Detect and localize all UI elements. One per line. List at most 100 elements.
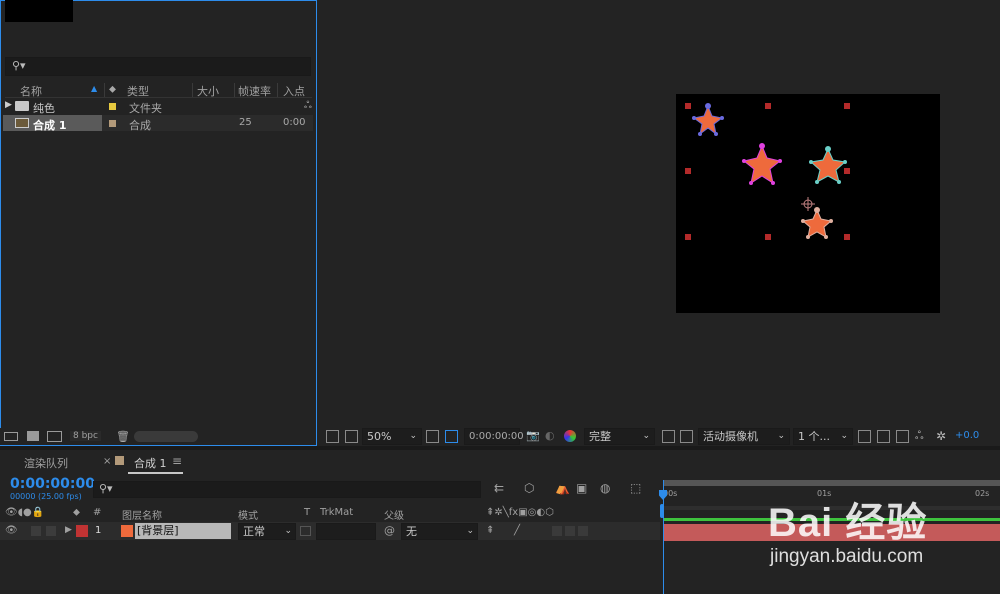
comp-flowchart-icon[interactable] (896, 430, 909, 443)
watermark-url: jingyan.baidu.com (770, 546, 924, 567)
bpc-button[interactable]: 8 bpc (70, 431, 101, 441)
col-in[interactable]: 入点 (283, 83, 305, 99)
layer-row[interactable]: 👁 ▶ 1 [背景层] 正常 ⌄ @ 无 ⌄ ⇞ ╱ (0, 522, 660, 540)
color-channel-icon[interactable] (564, 430, 576, 442)
expand-arrow-icon[interactable]: ▶ (65, 525, 72, 535)
exposure-value[interactable]: +0.0 (955, 430, 979, 441)
composition-canvas[interactable] (676, 94, 940, 313)
project-row-comp[interactable]: 合成 1 合成 25 0:00 (3, 115, 313, 132)
folder-icon (15, 101, 29, 111)
layer-label-color[interactable] (76, 525, 88, 537)
camera-value: 活动摄像机 (703, 430, 758, 443)
trkmat-dropdown[interactable] (316, 523, 376, 540)
star-shape-4 (801, 207, 833, 239)
col-trkmat: TrkMat (320, 507, 354, 518)
project-item-fps: 25 (239, 117, 252, 128)
blend-mode-dropdown[interactable]: 正常 ⌄ (238, 523, 296, 540)
col-type[interactable]: 类型 (127, 83, 149, 99)
chevron-down-icon: ⌄ (840, 431, 848, 441)
zoom-handle[interactable] (660, 504, 664, 518)
col-layer-name[interactable]: 图层名称 (122, 507, 162, 522)
col-size[interactable]: 大小 (197, 83, 219, 99)
viewer-toolbar: 50% ⌄ 0:00:00:00 📷 ◐ 完整 ⌄ 活动摄像机 ⌄ 1 个...… (319, 427, 1000, 446)
col-fps[interactable]: 帧速率 (238, 83, 271, 99)
timeline-tab-bar: 渲染队列 × 合成 1 ≡ (0, 450, 1000, 474)
resolution-dropdown[interactable]: 完整 ⌄ (584, 428, 655, 445)
always-preview-icon[interactable] (326, 430, 339, 443)
timeline-search-input[interactable]: ⚲▾ (93, 481, 481, 498)
preserve-transparency-checkbox[interactable] (300, 526, 311, 536)
monitor-icon[interactable] (345, 430, 358, 443)
new-folder-icon[interactable] (27, 431, 39, 441)
quality-switch-icon[interactable]: ╱ (514, 525, 520, 536)
timeline-timecode[interactable]: 0:00:00:00 (10, 476, 95, 492)
project-thumbnail (5, 0, 73, 22)
solid-layer-icon (121, 525, 133, 537)
chevron-down-icon: ⌄ (409, 431, 417, 441)
viewer-timecode[interactable]: 0:00:00:00 (464, 428, 524, 445)
blend-mode-value: 正常 (243, 525, 265, 538)
safe-margins-icon[interactable] (426, 430, 439, 443)
composition-icon (15, 118, 29, 128)
parent-dropdown[interactable]: 无 ⌄ (401, 523, 478, 540)
anchor-point-icon (801, 197, 815, 211)
mask-visibility-icon[interactable] (445, 430, 458, 443)
zoom-dropdown[interactable]: 50% ⌄ (362, 428, 422, 445)
timeline-column-header: 👁◖●🔒 ⬥ # 图层名称 模式 T TrkMat 父级 ⇞✲╲fx▣◎◐⬡ (0, 507, 660, 522)
star-shape-2 (742, 143, 782, 185)
project-scrollbar[interactable] (134, 431, 198, 442)
3d-switch[interactable] (565, 526, 575, 536)
col-name[interactable]: 名称 (20, 83, 42, 99)
col-t: T (304, 507, 311, 518)
new-composition-icon[interactable] (47, 431, 62, 442)
pickwhip-icon[interactable]: @ (384, 524, 395, 537)
project-row-folder[interactable]: ▶ 纯色 文件夹 ஃ (3, 99, 313, 115)
star-shape-3 (809, 146, 847, 184)
layer-name[interactable]: [背景层] (135, 523, 231, 539)
hide-shy-layers-icon[interactable]: ⛺ (555, 481, 570, 495)
timeline-icon[interactable] (877, 430, 890, 443)
label-color-swatch[interactable] (109, 103, 116, 110)
chevron-down-icon: ⌄ (642, 431, 650, 441)
eye-visibility-icon[interactable]: 👁 (5, 525, 18, 536)
close-tab-icon[interactable]: × (103, 456, 111, 467)
comp-label-swatch (115, 456, 124, 465)
project-item-type: 合成 (129, 119, 151, 132)
frame-blending-icon[interactable]: ▣ (576, 481, 587, 495)
solo-checkbox[interactable] (31, 526, 41, 536)
tab-comp-1[interactable]: 合成 1 (134, 455, 167, 471)
reset-exposure-icon[interactable]: ✲ (936, 429, 946, 443)
chevron-down-icon: ⌄ (284, 526, 292, 536)
search-icon: ⚲▾ (12, 59, 26, 72)
col-layer-number: # (93, 507, 102, 518)
lock-checkbox[interactable] (46, 526, 56, 536)
region-of-interest-icon[interactable] (662, 430, 675, 443)
zoom-value: 50% (367, 430, 392, 443)
comp-mini-flowchart-icon[interactable]: ⇇ (494, 481, 504, 495)
label-color-swatch[interactable] (109, 120, 116, 127)
show-snapshot-icon[interactable]: ◐ (545, 429, 555, 442)
adjustment-switch[interactable] (552, 526, 562, 536)
graph-editor-icon[interactable]: ⬚ (630, 481, 641, 495)
camera-snapshot-icon[interactable]: 📷 (526, 429, 540, 442)
transparency-grid-icon[interactable] (680, 430, 693, 443)
motion-blur-icon[interactable]: ◍ (600, 481, 610, 495)
flowchart-icon[interactable]: ஃ (915, 429, 924, 444)
trash-icon[interactable]: 🗑 (116, 430, 130, 443)
interpret-footage-icon[interactable] (4, 432, 18, 441)
fast-previews-icon[interactable] (858, 430, 871, 443)
project-search-input[interactable]: ⚲▾ (5, 57, 311, 76)
views-dropdown[interactable]: 1 个... ⌄ (793, 428, 853, 445)
sort-up-icon: ▲ (91, 84, 98, 93)
expand-arrow-icon[interactable]: ▶ (5, 100, 12, 110)
av-features-icons: 👁◖●🔒 (5, 507, 45, 518)
flowchart-icon[interactable]: ஃ (304, 100, 312, 112)
camera-dropdown[interactable]: 活动摄像机 ⌄ (698, 428, 790, 445)
shy-switch-icon[interactable]: ⇞ (486, 525, 494, 536)
motion-blur-switch[interactable] (578, 526, 588, 536)
tab-menu-icon[interactable]: ≡ (172, 454, 182, 468)
project-item-type: 文件夹 (129, 102, 162, 115)
search-icon: ⚲▾ (99, 482, 113, 495)
draft-3d-icon[interactable]: ⬡ (524, 481, 534, 495)
tab-render-queue[interactable]: 渲染队列 (24, 455, 68, 471)
